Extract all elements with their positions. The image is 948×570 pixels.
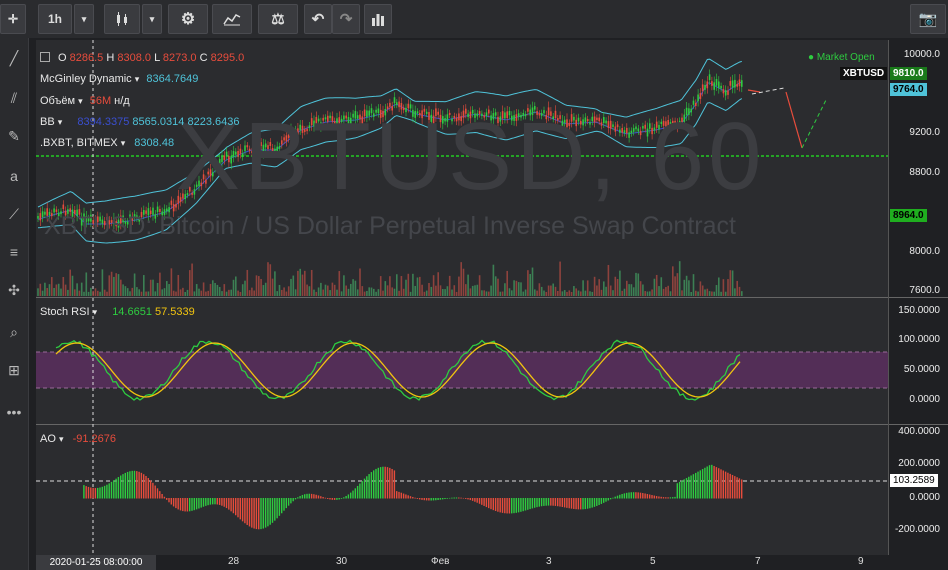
bb-value-1: 8394.3375 [77,116,130,128]
tag-symbol: XBTUSD [843,68,885,79]
time-label-feb: Фев [431,556,450,567]
stoch-name: Stoch RSI [40,306,90,318]
scales-icon[interactable]: ⚖ [258,4,298,34]
stoch-legend[interactable]: Stoch RSI ▾ 14.6651 57.5339 [40,306,195,318]
ohlc-c-value: 8295.0 [210,52,245,64]
interval-dropdown-icon[interactable]: ▾ [74,4,94,34]
redo-icon[interactable]: ↷ [332,4,360,34]
bxbt-name: .BXBT, BITMEX [40,137,118,149]
ao-tick-200: 200.0000 [898,458,940,469]
bb-value-2: 8565.0314 [132,116,185,128]
support-price-tag: 8964.0 [890,209,927,222]
zoom-icon[interactable]: ⌕ [2,320,26,344]
chart-area[interactable]: XBTUSD, 60 XBTUSD: Bitcoin / US Dollar P… [36,40,948,555]
market-status-text: Market Open [816,52,875,63]
ohlc-l-value: 8273.0 [162,52,197,64]
bb-price-tag: 9764.0 [890,83,927,96]
watermark-description: XBTUSD: Bitcoin / US Dollar Perpetual In… [44,212,736,240]
price-tick-8000: 8000.0 [909,246,940,257]
time-label-3: 3 [546,556,552,567]
ao-tick-0: 0.0000 [909,492,940,503]
ohlc-l-label: L [154,52,160,64]
price-tick-8800: 8800.0 [909,167,940,178]
ao-value: -91.2676 [72,433,116,445]
stoch-tick-0: 0.0000 [909,394,940,405]
bb-value-3: 8223.6436 [187,116,240,128]
stoch-tick-150: 150.0000 [898,305,940,316]
ohlc-h-label: H [106,52,115,64]
time-label-9: 9 [858,556,864,567]
volume-value: 56M [89,95,112,107]
ao-tick-400: 400.0000 [898,426,940,437]
undo-icon[interactable]: ↶ [304,4,332,34]
bars-icon[interactable] [364,4,392,34]
price-tick-7600: 7600.0 [909,285,940,296]
time-label-7: 7 [755,556,761,567]
measure-icon[interactable]: ⊞ [2,358,26,382]
stoch-band [36,352,888,388]
stoch-tick-50: 50.0000 [903,364,940,375]
market-status: ● Market Open [808,52,875,63]
mcginley-legend[interactable]: McGinley Dynamic ▾ 8364.7649 [40,73,198,85]
volume-extra: н/д [114,95,130,107]
stoch-d-value: 57.5339 [155,306,195,318]
time-label-5: 5 [650,556,656,567]
pattern-icon[interactable]: ⟋ [2,202,26,226]
gear-icon[interactable]: ⚙ [168,4,208,34]
current-price-tag: 9810.0 [890,67,927,80]
crosshair-icon[interactable]: ✛ [0,4,26,34]
bb-name: BB [40,116,55,128]
bxbt-legend[interactable]: .BXBT, BITMEX ▾ 8308.48 [40,137,174,149]
bb-legend[interactable]: BB ▾ 8394.3375 8565.0314 8223.6436 [40,116,239,128]
ao-name: AO [40,433,56,445]
ohlc-h-value: 8308.0 [117,52,152,64]
indicators-icon[interactable] [212,4,252,34]
ohlc-c-label: C [199,52,208,64]
camera-icon[interactable]: 📷 [910,4,946,34]
chart-type-dropdown-icon[interactable]: ▾ [142,4,162,34]
ohlc-o-value: 8286.5 [69,52,104,64]
mcginley-value: 8364.7649 [146,73,199,85]
ohlc-legend: O 8286.5 H 8308.0 L 8273.0 C 8295.0 [58,52,244,64]
time-label-28: 28 [228,556,240,567]
price-tick-9200: 9200.0 [909,127,940,138]
time-label-30: 30 [336,556,348,567]
mcginley-name: McGinley Dynamic [40,73,132,85]
price-tick-10000: 10000.0 [903,49,940,60]
trendline-icon[interactable]: ╱ [2,46,26,70]
ao-tick-neg200: -200.0000 [894,524,940,535]
ao-current-tag: 103.2589 [890,474,938,487]
fib-icon[interactable]: ≡ [2,240,26,264]
volume-name: Объём [40,95,76,107]
cursor-date-label: 2020-01-25 08:00:00 [36,555,156,570]
pitchfork-icon[interactable]: ⫽ [2,86,26,110]
brush-icon[interactable]: ✎ [2,124,26,148]
ohlc-o-label: O [58,52,67,64]
symbol-price-tag: XBTUSD [840,67,888,80]
watermark-symbol: XBTUSD, 60 [176,103,766,210]
ao-legend[interactable]: AO ▾ -91.2676 [40,433,116,445]
interval-button[interactable]: 1h [38,4,72,34]
text-tool-icon[interactable]: a [2,164,26,188]
shapes-icon[interactable]: ✣ [2,278,26,302]
stoch-k-value: 14.6651 [112,306,152,318]
volume-legend[interactable]: Объём ▾ 56M н/д [40,95,130,107]
legend-collapse-icon[interactable] [40,52,50,62]
candles-icon[interactable] [104,4,140,34]
stoch-tick-100: 100.0000 [898,334,940,345]
bxbt-value: 8308.48 [134,137,175,149]
left-drawing-toolbar: ╱ ⫽ ✎ a ⟋ ≡ ✣ ⌕ ⊞ ••• [0,38,29,570]
top-toolbar: ✛ 1h ▾ ▾ ⚙ ⚖ ↶ ↷ 📷 [0,0,948,38]
more-icon[interactable]: ••• [2,400,26,424]
